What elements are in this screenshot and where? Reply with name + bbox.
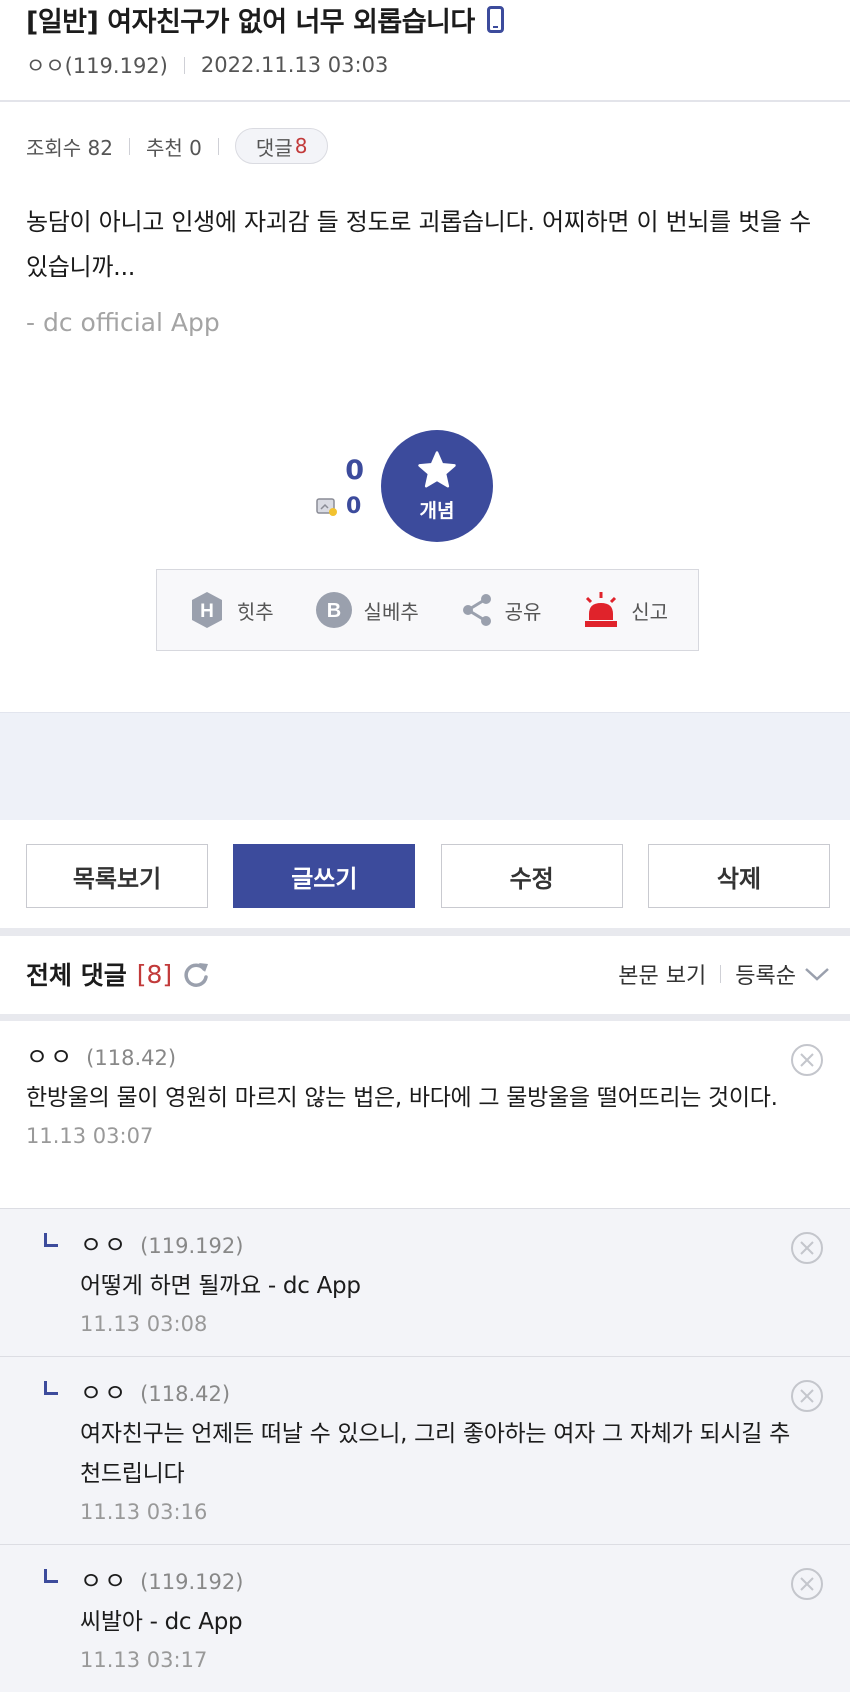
- reply-arrow-icon: [44, 1233, 58, 1247]
- best-label: 실베추: [363, 599, 419, 624]
- comments-total-count: [8]: [136, 959, 173, 989]
- comment-text: 한방울의 물이 영원히 마르지 않는 법은, 바다에 그 물방울을 떨어뜨리는 …: [26, 1085, 778, 1111]
- comment-count-badge[interactable]: 댓글 8: [234, 128, 329, 164]
- post-date: 2022.11.13 03:03: [200, 53, 389, 77]
- comment-text: 어떻게 하면 될까요 - dc App: [80, 1273, 361, 1299]
- comment-nick[interactable]: ㅇㅇ: [80, 1225, 128, 1260]
- hit-recommend-button[interactable]: H 힛추: [187, 590, 274, 630]
- upvote-count: 0: [345, 455, 364, 486]
- mobile-icon: [486, 6, 504, 33]
- share-label: 공유: [504, 599, 542, 624]
- views-count: 조회수 82: [26, 135, 114, 160]
- comment-ip: (118.42): [140, 1382, 231, 1406]
- delete-comment-icon[interactable]: [790, 1043, 824, 1077]
- chevron-down-icon: [805, 968, 829, 981]
- comment-text: 여자친구는 언제든 떠날 수 있으니, 그리 좋아하는 여자 그 자체가 되시길…: [80, 1421, 790, 1487]
- hit-label: 힛추: [236, 599, 274, 624]
- write-button[interactable]: 글쓰기: [233, 844, 416, 908]
- report-button[interactable]: 신고: [581, 590, 668, 630]
- post-header: [일반] 여자친구가 없어 너무 외롭습니다 ㅇㅇ(119.192) 2022.…: [0, 0, 850, 102]
- comments-header: 전체 댓글 [8] 본문 보기 등록순: [26, 952, 830, 996]
- fixed-nick-icon: [316, 497, 337, 516]
- comment-ip: (118.42): [86, 1046, 177, 1070]
- divider: [183, 56, 185, 74]
- comment-nick[interactable]: ㅇㅇ: [80, 1561, 128, 1596]
- view-body-button[interactable]: 본문 보기: [618, 958, 706, 990]
- siren-icon: [585, 592, 618, 627]
- section-divider: [0, 1014, 850, 1021]
- edit-button[interactable]: 수정: [440, 844, 623, 908]
- comment-date: 11.13 03:08: [80, 1312, 208, 1336]
- best-icon: B: [315, 592, 352, 628]
- post-stats: 조회수 82 추천 0 댓글 8: [26, 128, 329, 164]
- divider: [129, 137, 131, 155]
- delete-comment-icon[interactable]: [790, 1231, 824, 1265]
- list-button[interactable]: 목록보기: [26, 844, 208, 908]
- divider: [720, 965, 722, 983]
- post-author[interactable]: ㅇㅇ(119.192): [26, 50, 168, 80]
- comment-item: ㅇㅇ (118.42) 한방울의 물이 영원히 마르지 않는 법은, 바다에 그…: [0, 1021, 850, 1209]
- comment-count-label: 댓글: [255, 135, 293, 160]
- recommend-button-label: 개념: [419, 499, 455, 522]
- fixed-upvote: 0: [316, 494, 361, 519]
- reply-item: ㅇㅇ (118.42) 여자친구는 언제든 떠날 수 있으니, 그리 좋아하는 …: [0, 1357, 850, 1545]
- comment-date: 11.13 03:07: [26, 1124, 154, 1148]
- svg-text:B: B: [326, 600, 340, 622]
- banner-area: [0, 712, 850, 820]
- share-icon: [462, 594, 491, 626]
- divider: [217, 137, 219, 155]
- comment-nick[interactable]: ㅇㅇ: [26, 1037, 74, 1072]
- comment-text: 씨발아 - dc App: [80, 1609, 243, 1635]
- reply-arrow-icon: [44, 1569, 58, 1583]
- reply-arrow-icon: [44, 1381, 58, 1395]
- post-title: [일반] 여자친구가 없어 너무 외롭습니다: [26, 0, 504, 39]
- star-icon: [418, 450, 456, 487]
- delete-comment-icon[interactable]: [790, 1379, 824, 1413]
- delete-button[interactable]: 삭제: [647, 844, 830, 908]
- report-label: 신고: [631, 599, 669, 624]
- post-action-bar: H 힛추 B 실베추 공유 신고: [156, 569, 699, 651]
- sort-label: 등록순: [735, 964, 796, 989]
- comments-title-text: 전체 댓글: [26, 961, 127, 990]
- share-button[interactable]: 공유: [459, 591, 542, 629]
- refresh-icon[interactable]: [182, 960, 210, 988]
- section-divider: [0, 928, 850, 936]
- comment-date: 11.13 03:17: [80, 1648, 208, 1672]
- fixed-upvote-count: 0: [346, 494, 362, 519]
- reply-item: ㅇㅇ (119.192) 씨발아 - dc App 11.13 03:17: [0, 1545, 850, 1692]
- reply-item: ㅇㅇ (119.192) 어떻게 하면 될까요 - dc App 11.13 0…: [0, 1209, 850, 1357]
- svg-text:H: H: [200, 601, 214, 622]
- comment-nick[interactable]: ㅇㅇ: [80, 1373, 128, 1408]
- comment-ip: (119.192): [140, 1234, 244, 1258]
- delete-comment-icon[interactable]: [790, 1567, 824, 1601]
- best-recommend-button[interactable]: B 실베추: [314, 590, 419, 630]
- post-source: - dc official App: [26, 308, 220, 337]
- recommend-count: 추천 0: [146, 135, 202, 160]
- comment-count-number: 8: [294, 134, 308, 158]
- post-title-text: [일반] 여자친구가 없어 너무 외롭습니다: [26, 7, 475, 38]
- post-button-row: 목록보기 글쓰기 수정 삭제: [26, 844, 830, 908]
- comments-title: 전체 댓글 [8]: [26, 956, 210, 992]
- recommend-button[interactable]: 개념: [381, 430, 493, 542]
- post-meta: ㅇㅇ(119.192) 2022.11.13 03:03: [26, 50, 388, 80]
- hit-icon: H: [191, 592, 222, 628]
- post-body: 농담이 아니고 인생에 자괴감 들 정도로 괴롭습니다. 어찌하면 이 번뇌를 …: [26, 208, 811, 281]
- comment-date: 11.13 03:16: [80, 1500, 208, 1524]
- comments-controls: 본문 보기 등록순: [618, 958, 830, 990]
- comment-ip: (119.192): [140, 1570, 244, 1594]
- sort-dropdown[interactable]: 등록순: [735, 958, 830, 990]
